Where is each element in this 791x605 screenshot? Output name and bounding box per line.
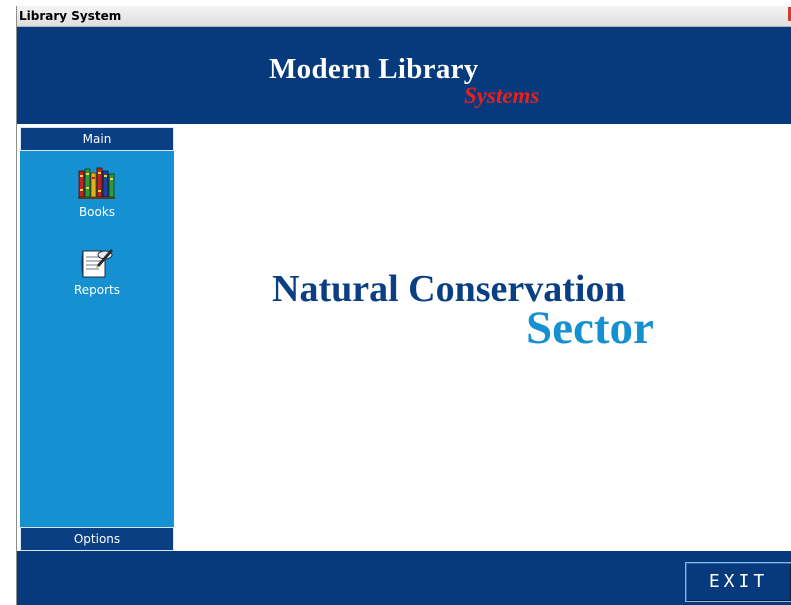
sidebar-item-books[interactable]: Books <box>20 165 174 219</box>
sidebar-section-options[interactable]: Options <box>20 527 174 551</box>
sidebar: Main Books Reports Options <box>20 127 174 551</box>
sidebar-section-main[interactable]: Main <box>20 127 174 151</box>
brand-title: Modern Library <box>269 53 479 85</box>
report-icon <box>81 249 113 278</box>
sidebar-item-label: Books <box>78 205 116 219</box>
brand-subtitle: Systems <box>464 83 540 108</box>
sidebar-item-reports[interactable]: Reports <box>20 243 174 297</box>
main-content: Natural Conservation Sector <box>174 127 791 551</box>
organization-sector: Sector <box>526 302 654 354</box>
app-header: Modern Library Systems <box>17 27 791 124</box>
footer-bar: EXIT <box>17 551 791 605</box>
title-bar[interactable]: Library System <box>17 6 791 27</box>
sidebar-item-label: Reports <box>73 283 121 297</box>
books-icon <box>78 167 115 199</box>
exit-button[interactable]: EXIT <box>685 562 791 602</box>
window-title: Library System <box>19 9 122 23</box>
app-window: Library System Modern Library Systems Ma… <box>16 6 791 605</box>
